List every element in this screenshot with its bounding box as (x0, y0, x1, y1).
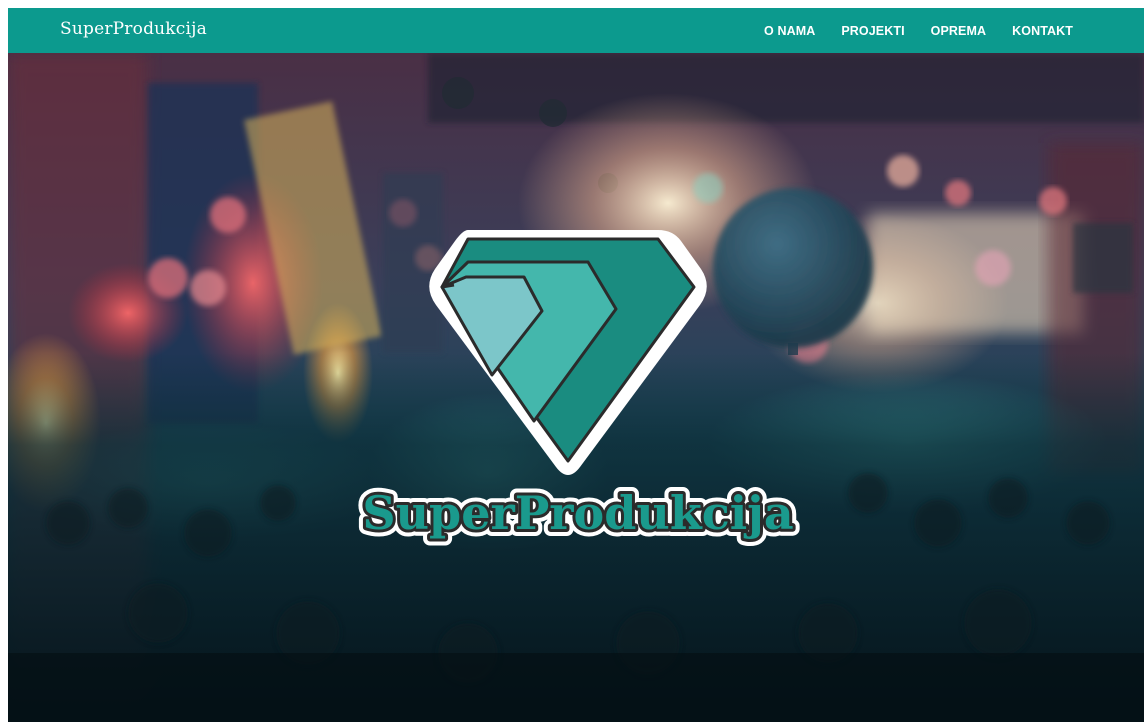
navbar: SuperProdukcija O NAMA PROJEKTI OPREMA K… (8, 8, 1144, 53)
wordmark-text: SuperProdukcija (362, 486, 793, 540)
page: SuperProdukcija O NAMA PROJEKTI OPREMA K… (8, 8, 1144, 722)
hero-section: SuperProdukcija SuperProdukcija SuperPro… (8, 53, 1144, 722)
logo-wordmark: SuperProdukcija SuperProdukcija SuperPro… (333, 479, 823, 549)
nav-link-projekti[interactable]: PROJEKTI (828, 24, 917, 38)
nav-link-kontakt[interactable]: KONTAKT (999, 24, 1086, 38)
nav-link-o-nama[interactable]: O NAMA (751, 24, 828, 38)
nav-link-oprema[interactable]: OPREMA (918, 24, 999, 38)
diamond-icon (429, 230, 707, 475)
nav-menu: O NAMA PROJEKTI OPREMA KONTAKT (751, 8, 1086, 53)
brand-link[interactable]: SuperProdukcija (60, 19, 207, 39)
